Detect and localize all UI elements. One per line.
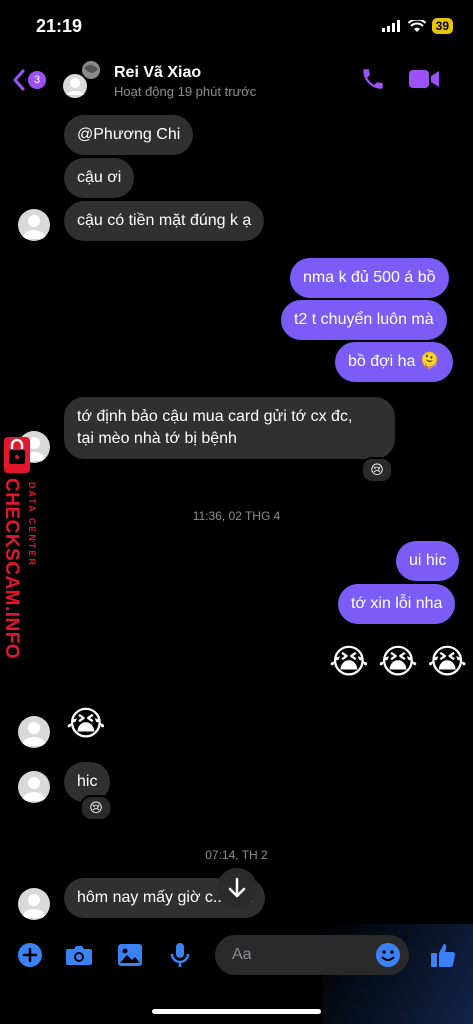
like-icon [431, 944, 456, 968]
back-button[interactable]: 3 [12, 66, 52, 94]
watermark-subtitle: DATA CENTER [27, 482, 37, 567]
like-button[interactable] [428, 940, 458, 970]
sender-avatar[interactable] [18, 716, 50, 748]
emoji-icon [376, 943, 400, 967]
watermark-brand: CHECKSCAM.INFO [1, 478, 22, 660]
scroll-to-bottom-button[interactable] [217, 868, 257, 908]
plus-icon [18, 943, 42, 967]
home-indicator [152, 1009, 321, 1014]
sender-avatar[interactable] [18, 209, 50, 241]
voice-message-button[interactable] [165, 940, 195, 970]
phone-icon [363, 69, 383, 89]
outgoing-emoji-message[interactable]: 😭 😭 😭 [329, 642, 467, 682]
incoming-message[interactable]: cậu có tiền mặt đúng k ạ [64, 201, 265, 241]
timestamp: 07:14, TH 2 [205, 848, 268, 862]
incoming-message[interactable]: cậu ơi [64, 158, 135, 198]
gallery-button[interactable] [115, 940, 145, 970]
watermark-lock-icon [4, 437, 30, 473]
camera-button[interactable] [64, 940, 94, 970]
mic-icon [170, 943, 190, 967]
signal-icon [381, 20, 400, 32]
incoming-emoji-message[interactable]: 😭 [66, 704, 106, 744]
outgoing-message[interactable]: ui hic [396, 541, 460, 581]
message-reaction[interactable]: 😢 [361, 457, 393, 483]
video-call-button[interactable] [408, 68, 440, 95]
status-icons: 39 [381, 18, 453, 34]
message-input-placeholder: Aa [232, 946, 252, 963]
sender-avatar[interactable] [18, 771, 50, 803]
emoji-button[interactable] [373, 940, 403, 970]
camera-icon [66, 946, 92, 965]
message-reaction[interactable]: 😢 [80, 795, 112, 821]
battery-level: 39 [431, 18, 453, 34]
contact-status: Hoạt động 19 phút trước [114, 84, 257, 99]
outgoing-message[interactable]: tớ xin lỗi nha [338, 584, 456, 624]
wifi-icon [407, 19, 426, 32]
timestamp: 11:36, 02 THG 4 [192, 509, 281, 523]
back-icon [13, 69, 25, 91]
outgoing-message[interactable]: bồ đợi ha 🫠 [335, 342, 453, 382]
image-icon [118, 944, 142, 966]
status-time: 21:19 [36, 16, 83, 36]
unread-count-badge: 3 [28, 71, 46, 89]
video-icon [409, 70, 439, 88]
incoming-message[interactable]: tớ định bảo cậu mua card gửi tớ cx đc, t… [64, 397, 395, 459]
message-line: tại mèo nhà tớ bị bệnh [77, 430, 237, 447]
more-actions-button[interactable] [15, 940, 45, 970]
message-line: tớ định bảo cậu mua card gửi tớ cx đc, [77, 408, 353, 425]
sender-avatar[interactable] [18, 888, 50, 920]
contact-avatar[interactable] [62, 60, 102, 100]
arrow-down-icon [228, 877, 246, 898]
incoming-message[interactable]: @Phương Chi [64, 115, 194, 155]
contact-name[interactable]: Rei Vã Xiao [114, 64, 201, 82]
outgoing-message[interactable]: nma k đủ 500 á bồ [290, 258, 449, 298]
outgoing-message[interactable]: t2 t chuyển luôn mà [281, 300, 447, 340]
call-button[interactable] [360, 66, 386, 97]
